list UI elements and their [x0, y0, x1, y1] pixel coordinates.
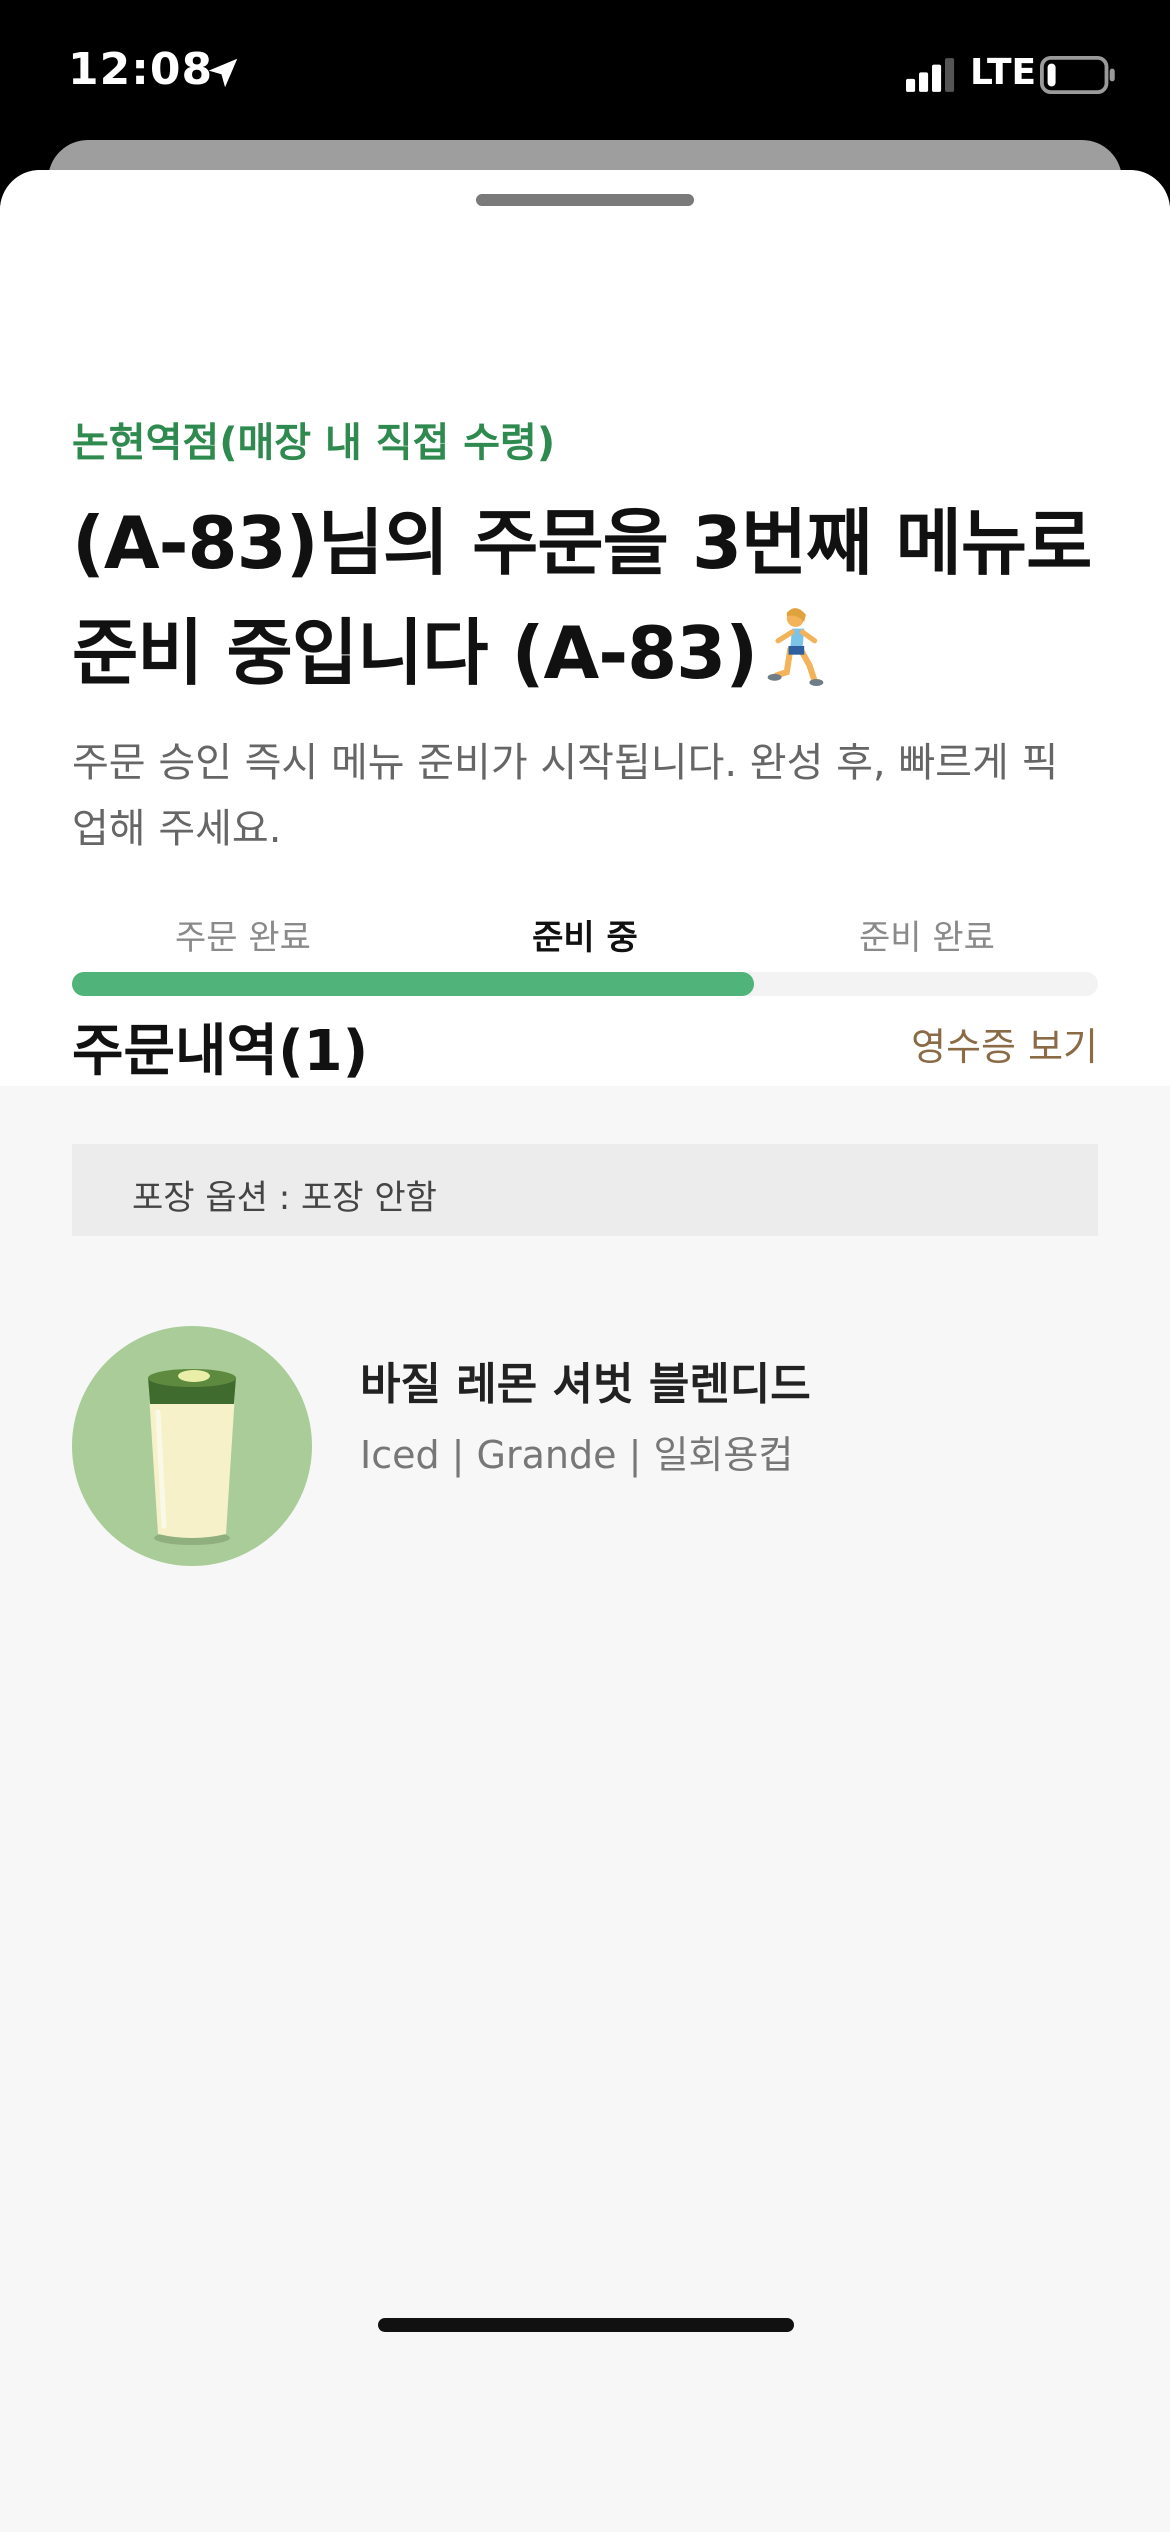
- step-ready: 준비 완료: [859, 918, 995, 958]
- packaging-option-box: 포장 옵션 : 포장 안함: [72, 1144, 1098, 1236]
- store-name: 논현역점(매장 내 직접 수령): [72, 420, 556, 466]
- progress-bar: [72, 972, 1098, 996]
- order-headline-text: (A-83)님의 주문을 3번째 메뉴로 준비 중입니다 (A-83): [72, 501, 1092, 695]
- signal-bars-icon: [906, 58, 955, 92]
- item-options: Iced | Grande | 일회용컵: [360, 1433, 794, 1477]
- location-arrow-icon: [208, 58, 238, 88]
- status-time: 12:08: [68, 44, 214, 95]
- progress-bar-fill: [72, 972, 755, 996]
- drink-illustration: [148, 1369, 236, 1545]
- status-panel: 논현역점(매장 내 직접 수령) (A-83)님의 주문을 3번째 메뉴로 준비…: [0, 170, 1170, 1086]
- packaging-option-text: 포장 옵션 : 포장 안함: [132, 1178, 437, 1218]
- order-subtext: 주문 승인 즉시 메뉴 준비가 시작됩니다. 완성 후, 빠르게 픽업해 주세요…: [72, 740, 1059, 852]
- network-type: LTE: [970, 52, 1037, 93]
- home-indicator[interactable]: [378, 2318, 794, 2332]
- progress-steps: 주문 완료 준비 중 준비 완료: [72, 910, 1098, 970]
- order-status-sheet: 논현역점(매장 내 직접 수령) (A-83)님의 주문을 3번째 메뉴로 준비…: [0, 170, 1170, 2532]
- woman-running-icon: [767, 608, 824, 686]
- order-history-title: 주문내역(1): [72, 1019, 369, 1084]
- view-receipt-link[interactable]: 영수증 보기: [911, 1016, 1098, 1071]
- status-bar: 12:08 LTE: [0, 0, 1170, 140]
- order-headline: (A-83)님의 주문을 3번째 메뉴로 준비 중입니다 (A-83): [72, 488, 1112, 708]
- step-preparing: 준비 중: [532, 918, 638, 958]
- step-order-complete: 주문 완료: [175, 918, 311, 958]
- battery-low-icon: [1040, 56, 1115, 94]
- blended-drink-cup-image[interactable]: [72, 1326, 312, 1566]
- sheet-grabber[interactable]: [476, 194, 694, 206]
- item-name[interactable]: 바질 레몬 셔벗 블렌디드: [360, 1348, 811, 1412]
